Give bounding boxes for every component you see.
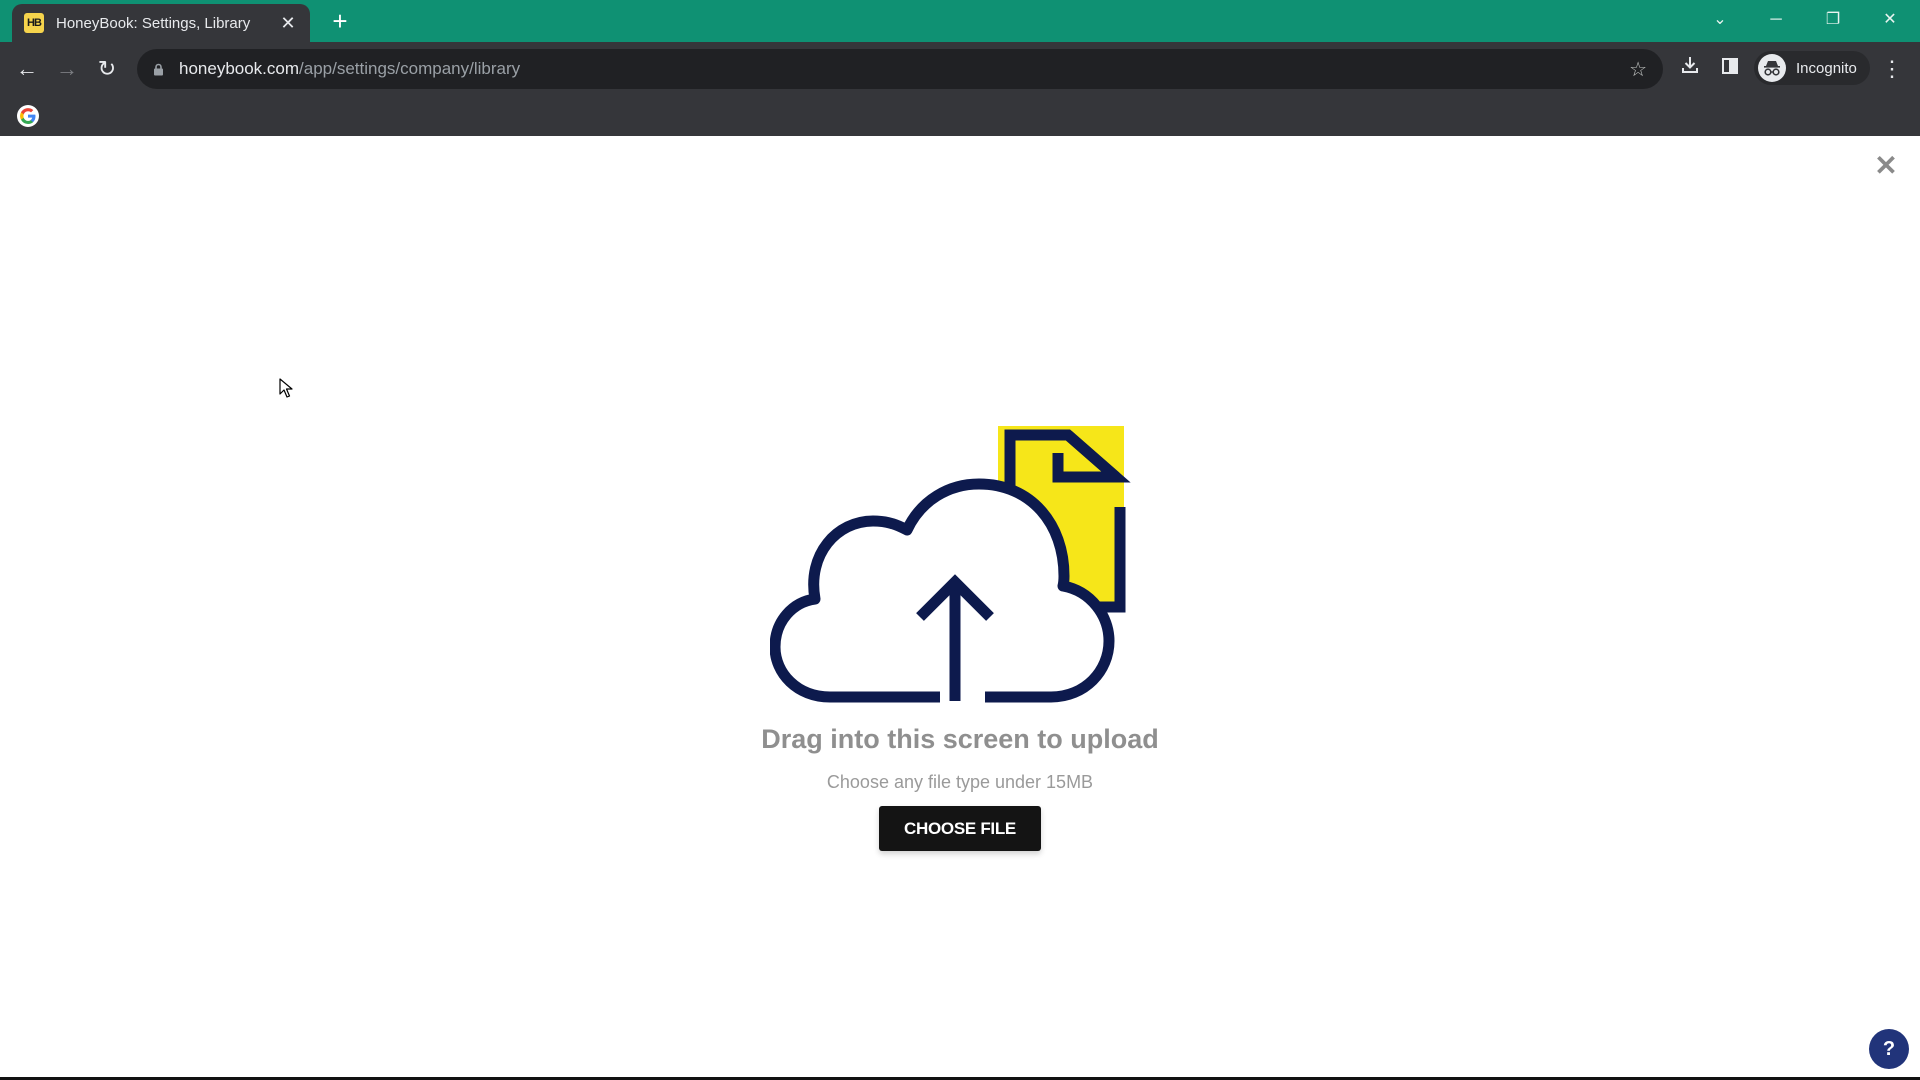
lock-icon[interactable] [151, 62, 165, 76]
side-panel-icon[interactable] [1715, 54, 1745, 84]
url-path: /app/settings/company/library [299, 59, 521, 78]
choose-file-button[interactable]: CHOOSE FILE [879, 806, 1041, 851]
google-bookmark-icon[interactable] [17, 105, 39, 127]
url-host: honeybook.com [179, 59, 300, 78]
incognito-profile-button[interactable]: Incognito [1754, 51, 1870, 85]
back-button[interactable]: ← [12, 54, 42, 84]
close-upload-icon[interactable]: ✕ [1872, 152, 1900, 180]
tab-close-icon[interactable]: ✕ [278, 13, 298, 34]
bookmarks-bar [0, 96, 1920, 136]
tab-title: HoneyBook: Settings, Library [56, 14, 251, 32]
upload-headline: Drag into this screen to upload [761, 724, 1159, 754]
honeybook-favicon-icon: HB [24, 13, 44, 33]
url-text[interactable]: honeybook.com/app/settings/company/libra… [179, 59, 520, 79]
upload-screen[interactable]: ✕ Drag into this screen to upload Choose… [0, 136, 1920, 1080]
browser-titlebar: HB HoneyBook: Settings, Library ✕ + ⌄ ─ … [0, 0, 1920, 42]
tab-search-chevron-icon[interactable]: ⌄ [1700, 6, 1740, 34]
new-tab-button[interactable]: + [326, 8, 354, 36]
help-button[interactable]: ? [1869, 1029, 1909, 1069]
forward-button[interactable]: → [52, 54, 82, 84]
bookmark-star-icon[interactable]: ☆ [1629, 57, 1647, 82]
incognito-icon [1758, 54, 1786, 82]
browser-tab[interactable]: HB HoneyBook: Settings, Library ✕ [12, 4, 310, 42]
address-bar[interactable]: honeybook.com/app/settings/company/libra… [137, 49, 1663, 89]
download-icon[interactable] [1675, 54, 1705, 84]
reload-button[interactable]: ↻ [92, 54, 122, 84]
restore-button[interactable]: ❐ [1813, 6, 1853, 34]
minimize-button[interactable]: ─ [1756, 6, 1796, 34]
upload-subline: Choose any file type under 15MB [826, 772, 1094, 792]
mouse-cursor-icon [279, 378, 293, 398]
browser-toolbar: ← → ↻ honeybook.com/app/settings/company… [0, 42, 1920, 96]
browser-menu-icon[interactable]: ⋮ [1880, 54, 1904, 84]
incognito-label: Incognito [1796, 59, 1857, 77]
window-close-button[interactable]: ✕ [1870, 6, 1910, 34]
cloud-upload-illustration [770, 426, 1131, 703]
